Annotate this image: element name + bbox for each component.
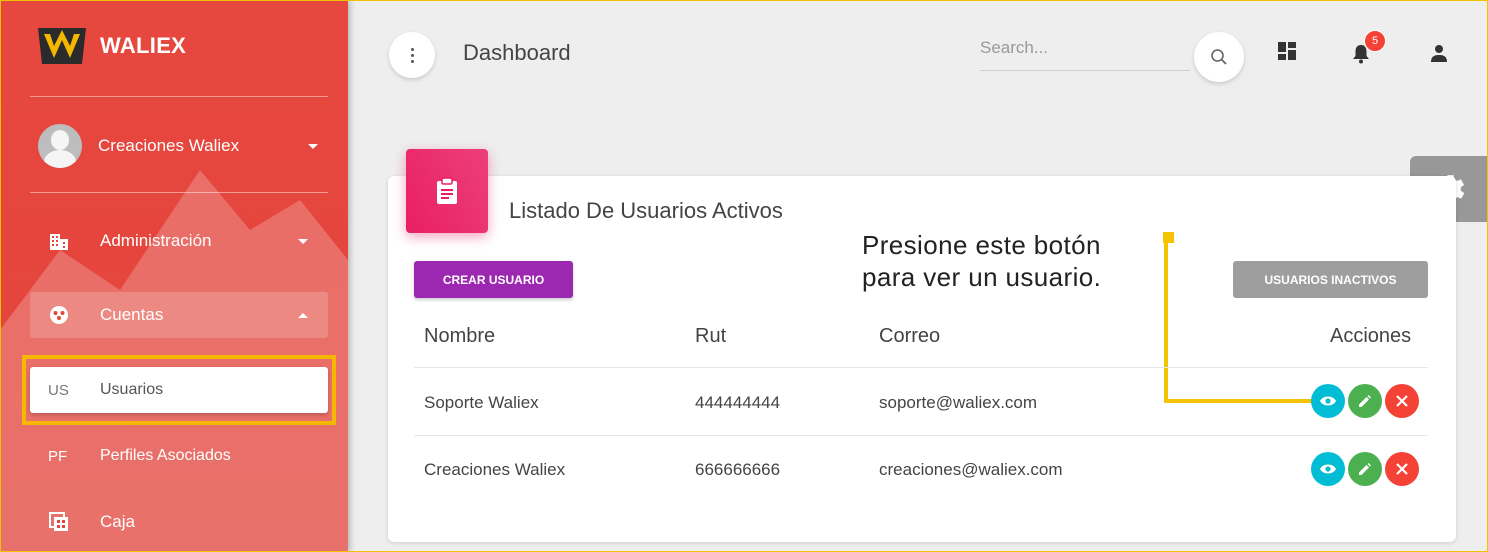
search-icon — [1211, 49, 1227, 65]
pencil-icon — [1359, 463, 1371, 475]
chevron-down-icon — [298, 238, 308, 244]
annotation-marker — [1163, 232, 1174, 243]
brand-name: WALIEX — [100, 33, 187, 58]
dashboard-grid-button[interactable] — [1276, 40, 1298, 62]
sidebar-item-caja[interactable]: Caja — [30, 499, 328, 545]
inactive-users-button[interactable]: USUARIOS INACTIVOS — [1233, 261, 1428, 298]
tutorial-annotation: Presione este botón para ver un usuario. — [862, 229, 1101, 293]
cell-nombre: Creaciones Waliex — [424, 460, 566, 479]
chevron-down-icon — [308, 143, 318, 149]
close-icon — [1396, 395, 1408, 407]
cell-correo: soporte@waliex.com — [879, 393, 1038, 412]
brand-logo[interactable]: WALIEX — [32, 24, 186, 68]
close-icon — [1396, 463, 1408, 475]
accounts-icon — [48, 304, 70, 326]
sidebar-item-cuentas[interactable]: Cuentas — [30, 292, 328, 338]
building-icon — [48, 230, 70, 252]
person-icon — [1431, 45, 1447, 62]
card-header-icon — [406, 149, 488, 233]
column-header-correo: Correo — [879, 325, 941, 347]
edit-user-button[interactable] — [1348, 384, 1382, 418]
search-button[interactable] — [1194, 32, 1244, 82]
avatar — [38, 124, 82, 168]
user-name: Creaciones Waliex — [98, 136, 240, 155]
card-title: Listado De Usuarios Activos — [509, 198, 783, 223]
search-input[interactable] — [980, 38, 1180, 58]
annotation-line-1: Presione este botón — [862, 230, 1101, 260]
sidebar-item-label: Administración — [100, 231, 212, 250]
edit-user-button[interactable] — [1348, 452, 1382, 486]
sidebar-item-label: Caja — [100, 512, 135, 531]
more-options-button[interactable] — [389, 32, 435, 78]
create-user-button[interactable]: CREAR USUARIO — [414, 261, 573, 298]
annotation-line-2: para ver un usuario. — [862, 262, 1102, 292]
annotation-pointer-line — [1164, 243, 1168, 403]
view-user-button[interactable] — [1311, 384, 1345, 418]
sidebar-item-abbr: PF — [48, 447, 68, 465]
clipboard-icon — [437, 177, 457, 204]
sidebar: WALIEX Creaciones Waliex Administración … — [0, 0, 348, 552]
pencil-icon — [1359, 395, 1371, 407]
notification-badge: 5 — [1364, 30, 1386, 52]
cell-correo: creaciones@waliex.com — [879, 460, 1063, 479]
column-header-nombre: Nombre — [424, 325, 496, 347]
more-vertical-icon — [410, 47, 414, 63]
row-divider — [414, 367, 1428, 368]
user-profile-toggle[interactable]: Creaciones Waliex — [38, 124, 318, 168]
column-header-acciones: Acciones — [1330, 325, 1412, 347]
page-title: Dashboard — [463, 40, 571, 65]
sidebar-item-administracion[interactable]: Administración — [30, 218, 328, 264]
tutorial-highlight-box — [22, 355, 336, 425]
cell-rut: 444444444 — [695, 393, 781, 412]
eye-icon — [1320, 464, 1336, 474]
delete-user-button[interactable] — [1385, 452, 1419, 486]
chevron-up-icon — [298, 312, 308, 318]
column-header-rut: Rut — [695, 325, 727, 347]
annotation-pointer-line — [1164, 399, 1314, 403]
cell-nombre: Soporte Waliex — [424, 393, 539, 412]
sidebar-divider — [30, 96, 328, 97]
eye-icon — [1320, 396, 1336, 406]
sidebar-divider — [30, 192, 328, 193]
search-field[interactable] — [980, 38, 1190, 71]
view-user-button[interactable] — [1311, 452, 1345, 486]
cash-register-icon — [48, 511, 70, 533]
cell-rut: 666666666 — [695, 460, 781, 479]
user-account-button[interactable] — [1428, 42, 1450, 64]
delete-user-button[interactable] — [1385, 384, 1419, 418]
sidebar-item-label: Perfiles Asociados — [100, 447, 231, 464]
sidebar-item-perfiles-asociados[interactable]: PF Perfiles Asociados — [30, 433, 328, 479]
row-divider — [414, 435, 1428, 436]
sidebar-item-label: Cuentas — [100, 305, 164, 324]
waliex-logo-icon — [38, 28, 86, 64]
dashboard-grid-icon — [1278, 42, 1296, 60]
